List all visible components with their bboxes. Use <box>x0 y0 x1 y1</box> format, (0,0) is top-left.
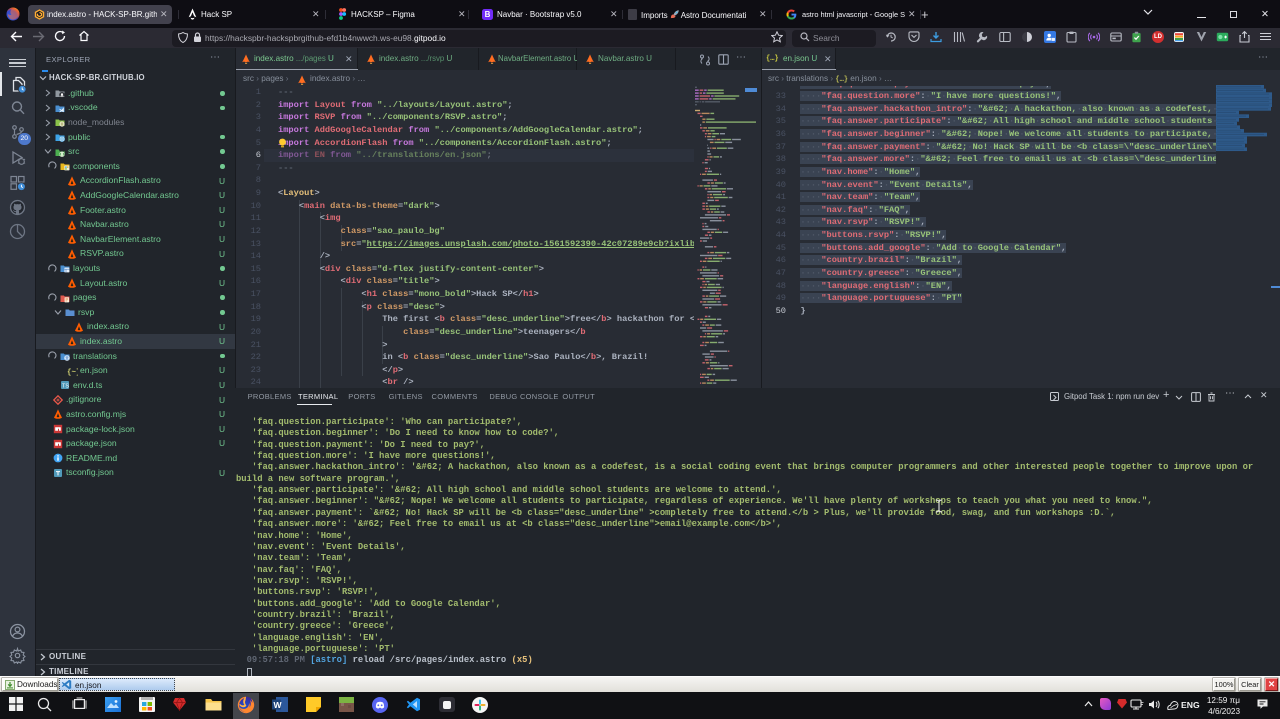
svg-text:{~}: {~} <box>67 369 78 376</box>
svg-text:W: W <box>274 700 283 710</box>
svg-text:TS: TS <box>62 384 69 390</box>
